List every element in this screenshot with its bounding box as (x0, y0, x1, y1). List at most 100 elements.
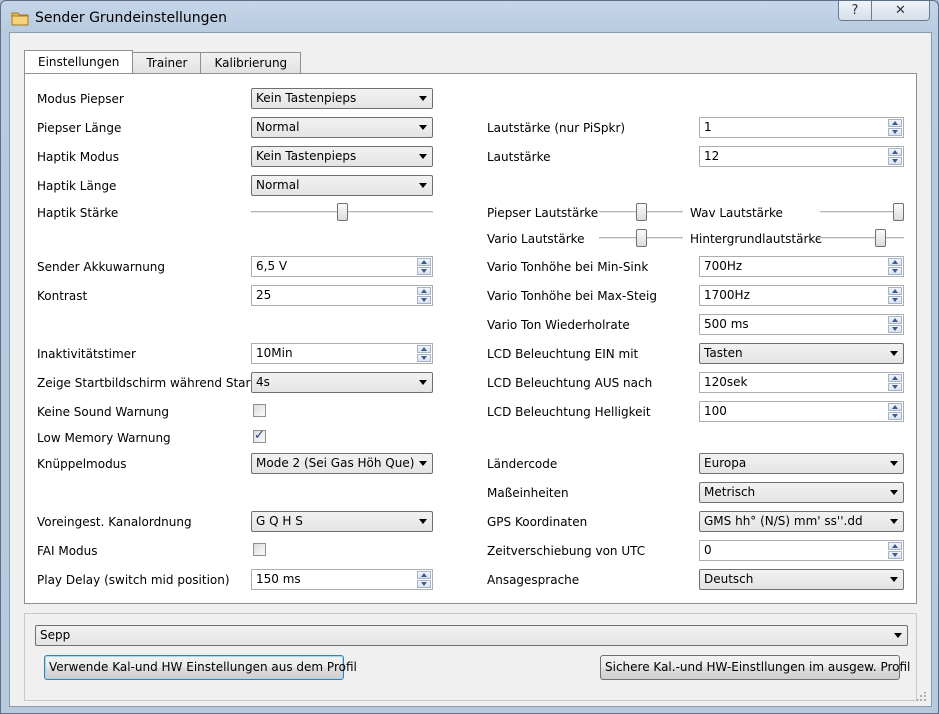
label-hintergrund: Hintergrundlautstärke (690, 232, 823, 246)
chevron-down-icon (890, 577, 898, 582)
lcd-hell-spinbox[interactable]: 100 (699, 401, 904, 422)
label-akkuwarnung: Sender Akkuwarnung (37, 260, 166, 274)
settings-page: Modus Piepser Kein Tastenpieps Piepser L… (24, 73, 917, 604)
spin-up-icon[interactable] (888, 374, 902, 382)
spin-up-icon[interactable] (888, 287, 902, 295)
chevron-down-icon (419, 519, 427, 524)
chevron-down-icon (890, 490, 898, 495)
haptik-staerke-slider[interactable] (251, 202, 433, 222)
spin-down-icon[interactable] (888, 383, 902, 391)
gps-select[interactable]: GMS hh° (N/S) mm' ss''.dd (699, 511, 904, 532)
slider-thumb[interactable] (875, 229, 886, 247)
modus-piepser-value: Kein Tastenpieps (256, 91, 357, 105)
low-memory-checkbox[interactable] (253, 428, 266, 443)
slider-track (820, 211, 904, 214)
keine-sound-checkbox[interactable] (253, 404, 266, 417)
spin-down-icon[interactable] (888, 325, 902, 333)
spin-up-icon[interactable] (888, 316, 902, 324)
haptik-modus-select[interactable]: Kein Tastenpieps (251, 146, 433, 167)
spin-up-icon[interactable] (417, 287, 431, 295)
resize-grip-icon[interactable] (917, 692, 927, 702)
spin-down-icon[interactable] (417, 580, 431, 588)
spin-up-icon[interactable] (888, 542, 902, 550)
spin-down-icon[interactable] (888, 128, 902, 136)
spin-up-icon[interactable] (888, 148, 902, 156)
kanalordnung-select[interactable]: G Q H S (251, 511, 433, 532)
piepser-lautstaerke-slider[interactable] (599, 202, 683, 222)
spin-up-icon[interactable] (417, 345, 431, 353)
vario-lautstaerke-slider[interactable] (599, 228, 683, 248)
slider-track (820, 237, 904, 240)
piepser-laenge-select[interactable]: Normal (251, 117, 433, 138)
spin-down-icon[interactable] (888, 157, 902, 165)
play-delay-spinbox[interactable]: 150 ms (251, 569, 433, 590)
laendercode-select[interactable]: Europa (699, 453, 904, 474)
label-lautstaerke: Lautstärke (487, 150, 551, 164)
slider-thumb[interactable] (337, 203, 348, 221)
spin-down-icon[interactable] (888, 267, 902, 275)
label-lcd-hell: LCD Beleuchtung Helligkeit (487, 405, 651, 419)
slider-thumb[interactable] (636, 203, 647, 221)
spin-down-icon[interactable] (888, 551, 902, 559)
startbild-select[interactable]: 4s (251, 372, 433, 393)
close-icon: ✕ (895, 3, 906, 18)
label-haptik-staerke: Haptik Stärke (37, 206, 119, 220)
lautstaerke-pispkr-spinbox[interactable]: 1 (699, 117, 904, 138)
inaktivitaet-spinbox[interactable]: 10Min (251, 343, 433, 364)
dialog-window: Sender Grundeinstellungen ? ✕ Einstellun… (0, 0, 939, 714)
label-haptik-modus: Haptik Modus (37, 150, 119, 164)
chevron-down-icon (419, 183, 427, 188)
vario-max-steig-spinbox[interactable]: 1700Hz (699, 285, 904, 306)
tab-trainer[interactable]: Trainer (132, 52, 202, 73)
hintergrund-slider[interactable] (820, 228, 904, 248)
label-laendercode: Ländercode (487, 457, 558, 471)
use-profile-calibration-button[interactable]: Verwende Kal-und HW Einstellungen aus de… (44, 655, 357, 680)
profile-select[interactable]: Sepp (35, 625, 908, 646)
wav-lautstaerke-slider[interactable] (820, 202, 904, 222)
help-button[interactable]: ? (838, 1, 872, 21)
spin-up-icon[interactable] (417, 258, 431, 266)
slider-thumb[interactable] (893, 203, 904, 221)
akkuwarnung-spinbox[interactable]: 6,5 V (251, 256, 433, 277)
title-bar[interactable]: Sender Grundeinstellungen ? ✕ (1, 1, 938, 35)
spin-down-icon[interactable] (417, 354, 431, 362)
modus-piepser-select[interactable]: Kein Tastenpieps (251, 88, 433, 109)
vario-wiederhol-spinbox[interactable]: 500 ms (699, 314, 904, 335)
spin-up-icon[interactable] (888, 119, 902, 127)
spin-down-icon[interactable] (417, 296, 431, 304)
lcd-ein-select[interactable]: Tasten (699, 343, 904, 364)
lautstaerke-pispkr-value: 1 (704, 120, 712, 134)
close-button[interactable]: ✕ (872, 1, 930, 21)
save-profile-calibration-button[interactable]: Sichere Kal.-und HW-Einstllungen im ausg… (600, 655, 910, 680)
spin-down-icon[interactable] (417, 267, 431, 275)
label-play-delay: Play Delay (switch mid position) (37, 573, 230, 587)
utc-spinbox[interactable]: 0 (699, 540, 904, 561)
kontrast-spinbox[interactable]: 25 (251, 285, 433, 306)
knueppelmodus-select[interactable]: Mode 2 (Sei Gas Höh Que) (251, 453, 433, 474)
tab-einstellungen[interactable]: Einstellungen (24, 50, 134, 73)
chevron-down-icon (419, 154, 427, 159)
ansage-select[interactable]: Deutsch (699, 569, 904, 590)
vario-min-sink-value: 700Hz (704, 259, 743, 273)
haptik-laenge-select[interactable]: Normal (251, 175, 433, 196)
lcd-ein-value: Tasten (704, 346, 743, 360)
tab-kalibrierung[interactable]: Kalibrierung (200, 52, 302, 73)
spin-up-icon[interactable] (888, 403, 902, 411)
spin-up-icon[interactable] (888, 258, 902, 266)
lautstaerke-spinbox[interactable]: 12 (699, 146, 904, 167)
startbild-value: 4s (256, 375, 270, 389)
gps-value: GMS hh° (N/S) mm' ss''.dd (704, 514, 863, 528)
chevron-down-icon (419, 125, 427, 130)
label-lcd-aus: LCD Beleuchtung AUS nach (487, 376, 653, 390)
spin-down-icon[interactable] (888, 296, 902, 304)
lcd-aus-spinbox[interactable]: 120sek (699, 372, 904, 393)
label-kanalordnung: Voreingest. Kanalordnung (37, 515, 192, 529)
spin-up-icon[interactable] (417, 571, 431, 579)
spin-down-icon[interactable] (888, 412, 902, 420)
slider-thumb[interactable] (636, 229, 647, 247)
vario-min-sink-spinbox[interactable]: 700Hz (699, 256, 904, 277)
laendercode-value: Europa (704, 456, 747, 470)
masseinheiten-select[interactable]: Metrisch (699, 482, 904, 503)
fai-checkbox[interactable] (253, 543, 266, 556)
tab-bar: Einstellungen Trainer Kalibrierung (24, 50, 302, 73)
